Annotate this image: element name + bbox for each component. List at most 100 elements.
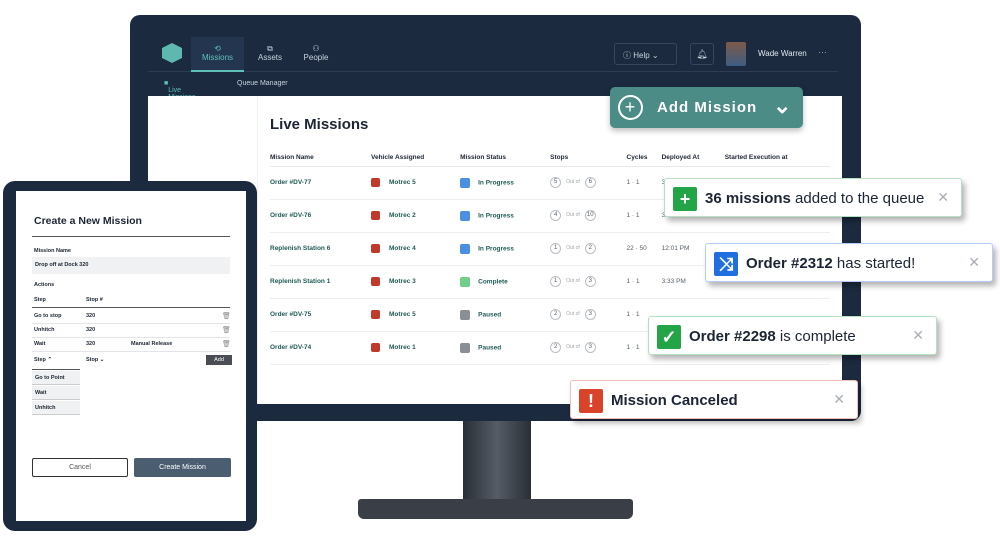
close-icon[interactable]: ✕ — [833, 391, 845, 408]
close-icon[interactable]: ✕ — [937, 189, 949, 206]
mission-name[interactable]: Order #DV-74 — [270, 331, 371, 365]
column-header[interactable]: Stops — [550, 150, 627, 167]
column-header[interactable]: Deployed At — [661, 150, 725, 167]
help-button[interactable]: ⓘ Help ⌄ — [614, 43, 677, 65]
trash-icon[interactable]: 🗑︎ — [222, 312, 231, 320]
vehicle-icon — [371, 343, 380, 352]
mission-name-label: Mission Name — [34, 248, 71, 254]
status-cell: Complete — [460, 265, 551, 299]
status-badge: Paused — [478, 344, 502, 352]
status-badge: Paused — [478, 311, 502, 319]
tab-missions[interactable]: ⟲ Missions — [191, 37, 244, 72]
column-header[interactable]: Mission Status — [460, 150, 551, 167]
toast-notification: +36 missions added to the queue ✕ — [664, 178, 962, 217]
current-stop: 5 — [550, 177, 562, 188]
notifications-button[interactable]: 🔔︎ — [690, 43, 714, 65]
add-mission-button[interactable]: + Add Mission ⌄ — [610, 87, 803, 128]
action-step: Wait — [34, 341, 46, 347]
toast-message: Mission Canceled — [611, 392, 738, 409]
shuffle-icon: ⤨ — [714, 252, 738, 276]
current-stop: 1 — [550, 276, 562, 287]
page-title: Live Missions — [270, 116, 369, 133]
close-icon[interactable]: ✕ — [912, 327, 924, 344]
vehicle-name[interactable]: Motrec 4 — [389, 245, 416, 252]
stops-cell: 5 Out of 6 — [550, 166, 627, 200]
action-step: Go to stop — [34, 313, 62, 319]
create-mission-button[interactable]: Create Mission — [134, 458, 231, 477]
out-of-label: Out of — [566, 179, 580, 185]
out-of-label: Out of — [566, 212, 580, 218]
mission-name-input[interactable]: Drop off at Dock 320 — [32, 257, 230, 274]
vehicle-name[interactable]: Motrec 1 — [389, 344, 416, 351]
trash-icon[interactable]: 🗑︎ — [222, 340, 231, 348]
vehicle-icon — [371, 211, 380, 220]
subnav-queue-manager[interactable]: Queue Manager — [237, 80, 288, 87]
column-header[interactable]: Cycles — [626, 150, 662, 167]
trash-icon[interactable]: 🗑︎ — [222, 326, 231, 334]
check-icon: ✓ — [657, 325, 681, 349]
monitor-stand — [463, 421, 531, 501]
vehicle-name[interactable]: Motrec 5 — [389, 311, 416, 318]
status-cell: In Progress — [460, 199, 551, 233]
top-nav: ⟲ Missions ⧉ Assets ⚇ People ⓘ Help ⌄ 🔔︎ Wa… — [148, 35, 838, 72]
mission-name[interactable]: Replenish Station 6 — [270, 232, 371, 266]
column-header[interactable]: Mission Name — [270, 150, 371, 167]
status-cell: Paused — [460, 331, 551, 365]
status-icon — [460, 309, 471, 320]
toast-notification: ! Mission Canceled ✕ — [570, 380, 858, 419]
column-header[interactable]: Started Execution at — [724, 150, 830, 167]
toast-notification: ✓ Order #2298 is complete ✕ — [648, 316, 937, 355]
status-badge: In Progress — [478, 179, 514, 187]
logo-icon — [162, 43, 182, 63]
column-header[interactable]: Vehicle Assigned — [371, 150, 461, 167]
action-stop: 320 — [86, 341, 96, 347]
mission-name[interactable]: Order #DV-77 — [270, 166, 371, 200]
status-icon — [460, 342, 471, 353]
status-icon — [460, 210, 471, 221]
status-icon — [460, 276, 471, 287]
step-select[interactable]: Step ⌃ — [34, 357, 52, 363]
action-stop: 320 — [86, 327, 96, 333]
close-icon[interactable]: ✕ — [968, 254, 980, 271]
subnav-live-missions[interactable]: ■ Live Missions — [164, 80, 195, 101]
mission-name[interactable]: Order #DV-75 — [270, 298, 371, 332]
out-of-label: Out of — [566, 344, 580, 350]
form-title: Create a New Mission — [34, 215, 142, 227]
vehicle-cell: Motrec 5 — [371, 166, 461, 200]
toast-message: Order #2312 has started! — [746, 255, 916, 272]
monitor-base — [358, 499, 633, 519]
step-option[interactable]: Wait — [32, 386, 80, 400]
out-of-label: Out of — [566, 311, 580, 317]
stop-select[interactable]: Stop ⌄ — [86, 357, 104, 363]
more-icon[interactable]: ··· — [818, 47, 827, 57]
vehicle-cell: Motrec 4 — [371, 232, 461, 266]
step-header: Step — [34, 297, 46, 303]
total-stops: 3 — [584, 276, 596, 287]
toast-message: 36 missions added to the queue — [705, 190, 925, 207]
vehicle-cell: Motrec 1 — [371, 331, 461, 365]
vehicle-icon — [371, 277, 380, 286]
action-step: Unhitch — [34, 327, 55, 333]
vehicle-name[interactable]: Motrec 3 — [389, 278, 416, 285]
mission-name[interactable]: Order #DV-76 — [270, 199, 371, 233]
total-stops: 2 — [584, 243, 596, 254]
chevron-down-icon: ⌄ — [773, 93, 793, 118]
add-action-button[interactable]: Add — [206, 355, 232, 365]
tab-assets[interactable]: ⧉ Assets — [250, 37, 290, 72]
mission-name[interactable]: Replenish Station 1 — [270, 265, 371, 299]
user-name: Wade Warren — [758, 49, 807, 58]
bell-icon: 🔔︎ — [696, 49, 708, 59]
cycles: 1 · 1 — [626, 166, 662, 200]
step-option[interactable]: Unhitch — [32, 401, 80, 415]
stops-cell: 4 Out of 10 — [550, 199, 627, 233]
step-option[interactable]: Go to Point — [32, 371, 80, 385]
current-stop: 1 — [550, 243, 562, 254]
status-cell: Paused — [460, 298, 551, 332]
vehicle-name[interactable]: Motrec 5 — [389, 179, 416, 186]
vehicle-name[interactable]: Motrec 2 — [389, 212, 416, 219]
cancel-button[interactable]: Cancel — [32, 458, 128, 477]
avatar[interactable] — [726, 42, 746, 66]
tab-people[interactable]: ⚇ People — [296, 37, 336, 72]
out-of-label: Out of — [566, 245, 580, 251]
action-extra: Manual Release — [131, 341, 173, 347]
